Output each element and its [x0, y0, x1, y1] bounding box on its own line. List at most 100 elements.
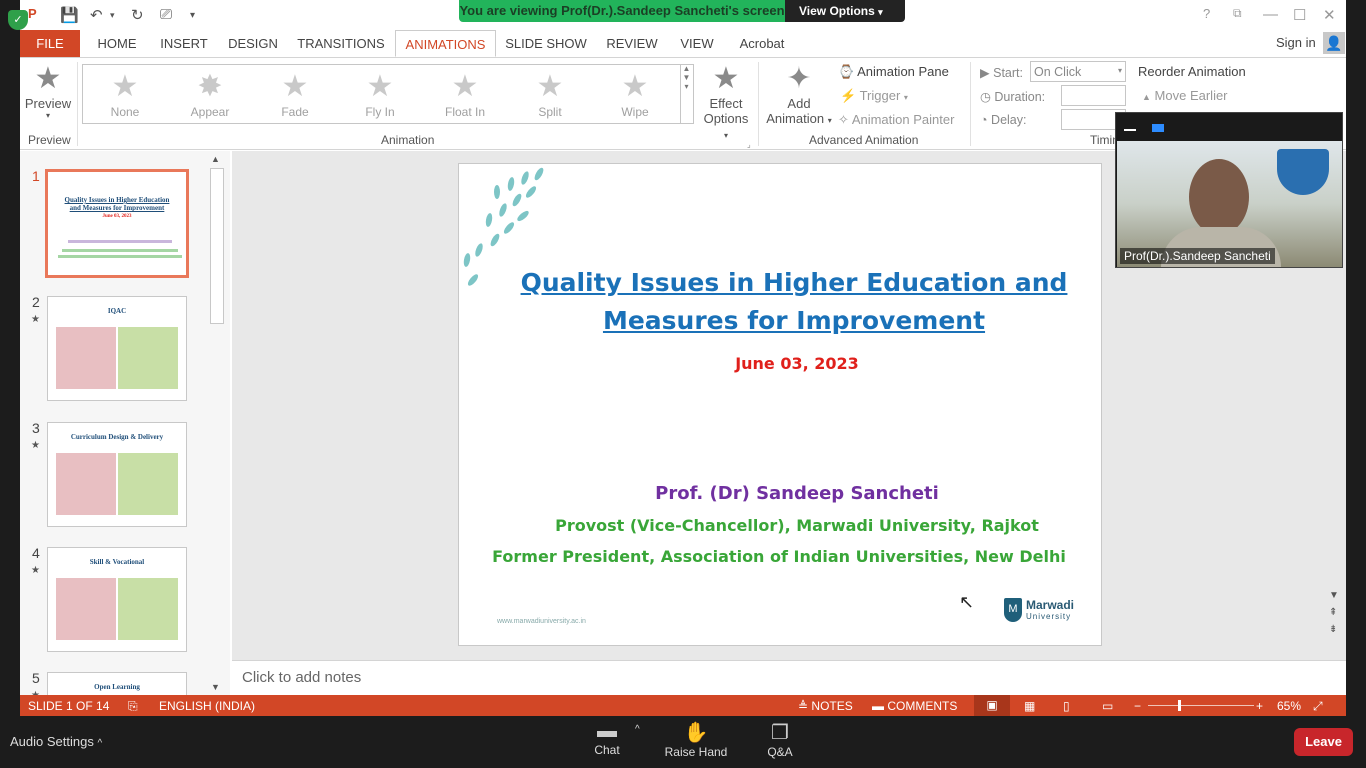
- trigger-dropdown-icon: ▾: [903, 93, 908, 102]
- help-icon[interactable]: ?: [1203, 6, 1210, 21]
- hand-icon: ✋: [683, 722, 709, 744]
- slide-scroll-controls[interactable]: ▼ ⇞ ⇟: [1329, 587, 1339, 638]
- notes-button[interactable]: ≜ NOTES: [798, 699, 853, 713]
- preview-button[interactable]: ★ Preview ▾: [24, 62, 72, 120]
- tab-acrobat[interactable]: Acrobat: [732, 30, 792, 57]
- zoom-in-icon[interactable]: +: [1256, 699, 1263, 713]
- scroll-down-icon[interactable]: ▼: [211, 682, 220, 692]
- qa-button[interactable]: ❐ Q&A: [760, 720, 800, 759]
- maximize-icon[interactable]: ☐: [1293, 6, 1306, 24]
- add-animation-button[interactable]: ✦ Add Animation ▾: [764, 62, 834, 126]
- zoom-slider[interactable]: [1148, 705, 1254, 706]
- slide-canvas[interactable]: Quality Issues in Higher Education and M…: [458, 163, 1102, 646]
- tab-view[interactable]: VIEW: [676, 30, 718, 57]
- tab-insert[interactable]: INSERT: [158, 30, 210, 57]
- animation-dialog-launcher-icon[interactable]: ⌟: [747, 140, 751, 149]
- zoom-level[interactable]: 65%: [1277, 699, 1301, 713]
- tab-home[interactable]: HOME: [90, 30, 144, 57]
- comments-button[interactable]: ▬ COMMENTS: [872, 699, 957, 713]
- meeting-controls-bar: Audio Settings ^ ▬ Chat ^ ✋ Raise Hand ❐…: [0, 716, 1366, 768]
- leave-button[interactable]: Leave: [1294, 728, 1353, 756]
- anim-none[interactable]: ★ None: [90, 69, 160, 119]
- anim-fade[interactable]: ★ Fade: [260, 69, 330, 119]
- tab-review[interactable]: REVIEW: [602, 30, 662, 57]
- ribbon-display-icon[interactable]: ⧉: [1233, 6, 1242, 21]
- slide-show-icon[interactable]: ▭: [1102, 699, 1113, 713]
- previous-slide-icon[interactable]: ⇞: [1329, 607, 1337, 618]
- slide-thumbnail-1[interactable]: Quality Issues in Higher Education and M…: [45, 169, 189, 278]
- powerpoint-logo-icon: P: [28, 6, 37, 21]
- anim-split[interactable]: ★ Split: [515, 69, 585, 119]
- animation-painter-button[interactable]: ✧ Animation Painter: [838, 112, 954, 128]
- anim-appear[interactable]: ✸ Appear: [175, 69, 245, 119]
- minimize-video-icon[interactable]: [1124, 129, 1136, 131]
- speaker-video-window[interactable]: Prof(Dr.).Sandeep Sancheti: [1115, 112, 1343, 268]
- close-icon[interactable]: ✕: [1323, 6, 1336, 24]
- slide-sorter-icon[interactable]: ▦: [1024, 699, 1035, 713]
- ribbon-tabs: FILE HOME INSERT DESIGN TRANSITIONS ANIM…: [20, 30, 1346, 57]
- undo-dropdown-icon[interactable]: ▾: [110, 10, 115, 21]
- animation-pane-button[interactable]: ⌚ Animation Pane: [838, 64, 949, 80]
- save-icon[interactable]: 💾: [60, 6, 79, 24]
- zoom-out-icon[interactable]: −: [1134, 699, 1141, 713]
- effect-options-button[interactable]: ★ Effect Options ▾: [702, 62, 750, 141]
- anim-float-in[interactable]: ★ Float In: [430, 69, 500, 119]
- minimize-icon[interactable]: —: [1263, 6, 1278, 23]
- slide-thumbnail-4[interactable]: Skill & Vocational: [47, 547, 187, 652]
- comments-icon: ▬: [872, 699, 884, 713]
- start-from-beginning-icon[interactable]: ⎚: [160, 6, 172, 23]
- redo-icon[interactable]: ↻: [131, 6, 144, 24]
- slide-number: 3: [32, 420, 40, 436]
- slide-thumbnail-3[interactable]: Curriculum Design & Delivery: [47, 422, 187, 527]
- spelling-check-icon[interactable]: ⎘: [128, 699, 138, 714]
- anim-wipe[interactable]: ★ Wipe: [600, 69, 670, 119]
- slide-date[interactable]: June 03, 2023: [459, 354, 1135, 373]
- chat-button[interactable]: ▬ Chat: [586, 720, 628, 757]
- start-dropdown[interactable]: On Click ▾: [1030, 61, 1126, 82]
- slide-designation-line-2[interactable]: Former President, Association of Indian …: [459, 547, 1099, 566]
- slide-designation-line-1[interactable]: Provost (Vice-Chancellor), Marwadi Unive…: [475, 516, 1119, 535]
- undo-icon[interactable]: ↶: [90, 6, 103, 24]
- tab-animations[interactable]: ANIMATIONS: [395, 30, 496, 57]
- thumb-title: Open Learning: [94, 683, 140, 691]
- trigger-button[interactable]: ⚡ Trigger ▾: [840, 88, 908, 104]
- slide-thumbnail-5[interactable]: Open Learning: [47, 672, 187, 695]
- notes-pane[interactable]: Click to add notes: [232, 660, 1346, 695]
- video-layout-icon[interactable]: [1152, 124, 1164, 132]
- view-options-button[interactable]: View Options ▾: [785, 0, 905, 22]
- zoom-slider-thumb[interactable]: [1178, 700, 1181, 711]
- reading-view-icon[interactable]: ▯: [1063, 699, 1070, 713]
- powerpoint-window: P 💾 ↶ ▾ ↻ ⎚ ▾ ? ⧉ — ☐ ✕ FILE HOME INSERT…: [20, 0, 1346, 716]
- thumbnail-scrollbar[interactable]: ▲ ▼: [208, 154, 226, 694]
- slide-presenter-name[interactable]: Prof. (Dr) Sandeep Sancheti: [459, 483, 1135, 504]
- fly-in-star-icon: ★: [366, 70, 394, 103]
- chat-options-chevron-icon[interactable]: ^: [635, 724, 640, 735]
- move-earlier-button[interactable]: ▲ Move Earlier: [1142, 88, 1228, 103]
- audio-settings-button[interactable]: Audio Settings ^: [10, 734, 102, 749]
- customize-toolbar-icon[interactable]: ▾: [190, 10, 195, 21]
- language-indicator[interactable]: ENGLISH (INDIA): [159, 699, 255, 713]
- encryption-shield-icon[interactable]: ✓: [8, 10, 28, 30]
- thumb-solutions-column: [118, 578, 178, 640]
- account-avatar-icon[interactable]: 👤: [1323, 32, 1345, 54]
- tab-design[interactable]: DESIGN: [225, 30, 281, 57]
- duration-spinner[interactable]: [1061, 85, 1126, 106]
- thumb-title: Skill & Vocational: [89, 558, 145, 566]
- fit-to-window-icon[interactable]: ⤢: [1313, 699, 1323, 714]
- scroll-down-icon[interactable]: ▼: [1329, 590, 1339, 601]
- tab-transitions[interactable]: TRANSITIONS: [297, 30, 385, 57]
- tab-slide-show[interactable]: SLIDE SHOW: [505, 30, 587, 57]
- sign-in-link[interactable]: Sign in: [1276, 35, 1316, 50]
- fade-star-icon: ★: [281, 70, 309, 103]
- raise-hand-button[interactable]: ✋ Raise Hand: [662, 720, 730, 759]
- scroll-up-icon[interactable]: ▲: [211, 154, 220, 164]
- tab-file[interactable]: FILE: [20, 30, 80, 57]
- slide-title[interactable]: Quality Issues in Higher Education and M…: [499, 264, 1089, 340]
- scroll-thumb[interactable]: [210, 168, 224, 324]
- next-slide-icon[interactable]: ⇟: [1329, 624, 1337, 635]
- gallery-scroll[interactable]: ▲ ▼ ▾: [680, 64, 692, 124]
- thumb-text-line: [58, 255, 182, 258]
- normal-view-icon[interactable]: ▣: [974, 695, 1010, 716]
- slide-thumbnail-2[interactable]: IQAC: [47, 296, 187, 401]
- anim-fly-in[interactable]: ★ Fly In: [345, 69, 415, 119]
